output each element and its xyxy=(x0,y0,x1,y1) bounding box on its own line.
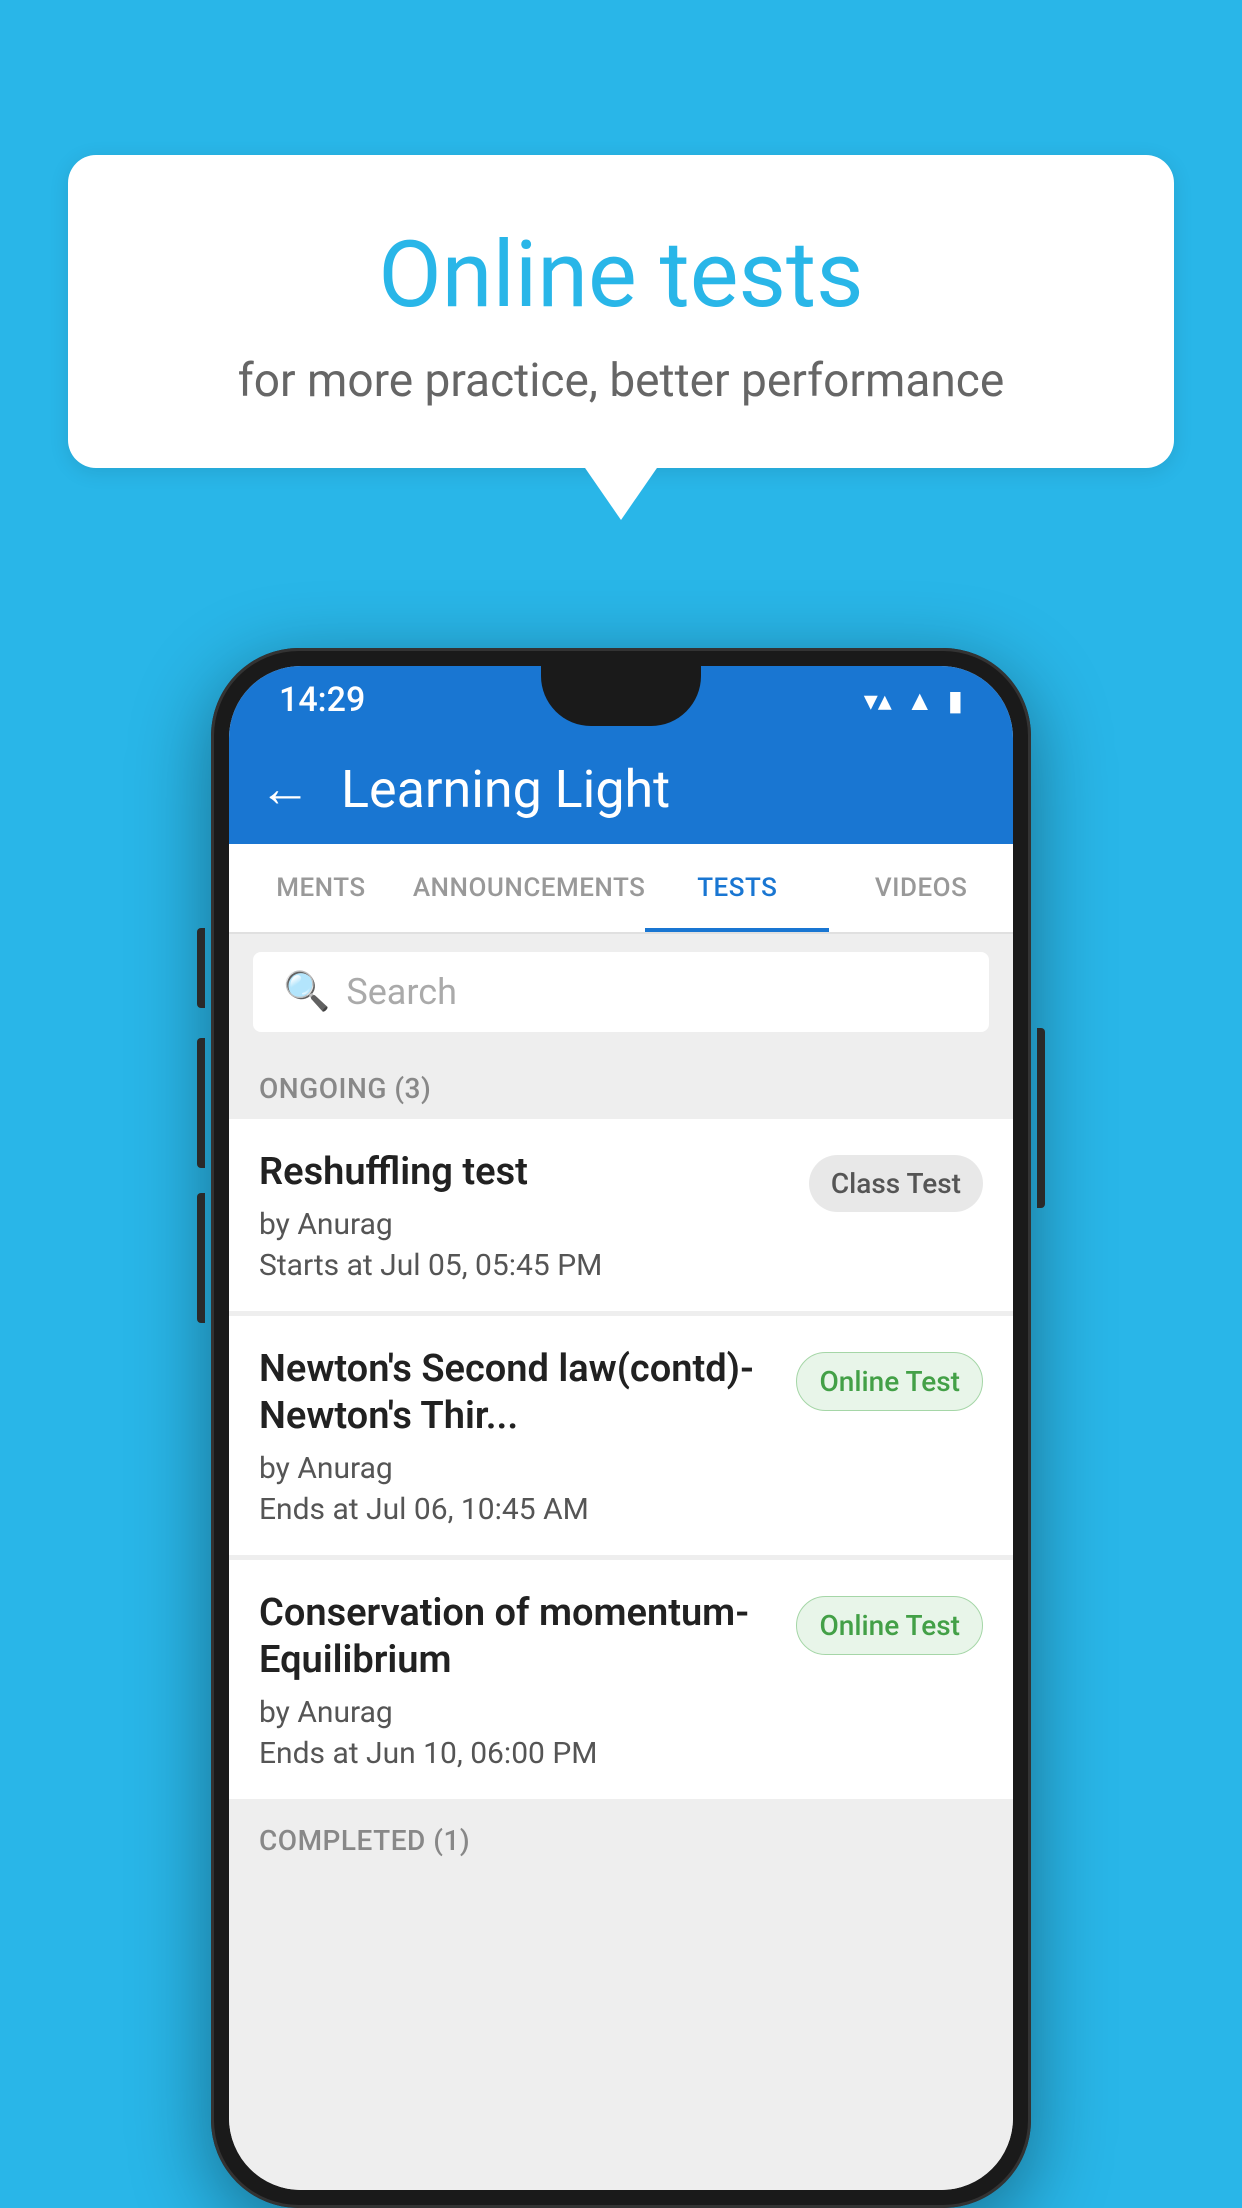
extra-button xyxy=(197,1193,205,1323)
test-card-reshuffling[interactable]: Reshuffling test by Anurag Starts at Jul… xyxy=(229,1119,1013,1311)
ongoing-section-header: ONGOING (3) xyxy=(229,1050,1013,1119)
app-bar: ← Learning Light xyxy=(229,734,1013,844)
phone-container: 14:29 ▾▴ ▲ ▮ ← Learning Light MENTS ANNO… xyxy=(211,648,1031,2208)
volume-down-button xyxy=(197,1038,205,1168)
status-time: 14:29 xyxy=(279,680,365,720)
test-author-reshuffling: by Anurag xyxy=(259,1207,789,1242)
test-card-conservation[interactable]: Conservation of momentum-Equilibrium by … xyxy=(229,1560,1013,1799)
test-badge-newtons: Online Test xyxy=(796,1352,983,1411)
volume-up-button xyxy=(197,928,205,1008)
signal-icon: ▲ xyxy=(906,684,934,717)
search-icon: 🔍 xyxy=(283,970,330,1014)
test-info-conservation: Conservation of momentum-Equilibrium by … xyxy=(259,1590,796,1771)
wifi-icon: ▾▴ xyxy=(864,684,892,717)
speech-bubble: Online tests for more practice, better p… xyxy=(68,155,1174,468)
power-button xyxy=(1037,1028,1045,1208)
bubble-subtitle: for more practice, better performance xyxy=(128,354,1114,408)
battery-icon: ▮ xyxy=(948,684,963,717)
test-info-newtons: Newton's Second law(contd)-Newton's Thir… xyxy=(259,1346,796,1527)
speech-bubble-container: Online tests for more practice, better p… xyxy=(68,155,1174,468)
phone-screen: 14:29 ▾▴ ▲ ▮ ← Learning Light MENTS ANNO… xyxy=(229,666,1013,2190)
completed-section-header: COMPLETED (1) xyxy=(229,1802,1013,1871)
search-container: 🔍 Search xyxy=(229,934,1013,1050)
phone-frame: 14:29 ▾▴ ▲ ▮ ← Learning Light MENTS ANNO… xyxy=(211,648,1031,2208)
tab-announcements[interactable]: ANNOUNCEMENTS xyxy=(413,844,646,932)
app-title: Learning Light xyxy=(341,759,670,820)
test-name-conservation: Conservation of momentum-Equilibrium xyxy=(259,1590,776,1685)
test-date-reshuffling: Starts at Jul 05, 05:45 PM xyxy=(259,1248,789,1283)
test-date-newtons: Ends at Jul 06, 10:45 AM xyxy=(259,1492,776,1527)
tab-ments[interactable]: MENTS xyxy=(229,844,413,932)
search-box[interactable]: 🔍 Search xyxy=(253,952,989,1032)
content-area: 🔍 Search ONGOING (3) Reshuffling test by… xyxy=(229,934,1013,2190)
test-name-reshuffling: Reshuffling test xyxy=(259,1149,789,1197)
tab-tests[interactable]: TESTS xyxy=(645,844,829,932)
test-info-reshuffling: Reshuffling test by Anurag Starts at Jul… xyxy=(259,1149,809,1283)
status-icons: ▾▴ ▲ ▮ xyxy=(864,684,963,717)
tabs-bar: MENTS ANNOUNCEMENTS TESTS VIDEOS xyxy=(229,844,1013,934)
back-button[interactable]: ← xyxy=(259,763,311,815)
test-badge-conservation: Online Test xyxy=(796,1596,983,1655)
test-name-newtons: Newton's Second law(contd)-Newton's Thir… xyxy=(259,1346,776,1441)
tab-videos[interactable]: VIDEOS xyxy=(829,844,1013,932)
test-date-conservation: Ends at Jun 10, 06:00 PM xyxy=(259,1736,776,1771)
test-card-newtons[interactable]: Newton's Second law(contd)-Newton's Thir… xyxy=(229,1316,1013,1555)
test-author-conservation: by Anurag xyxy=(259,1695,776,1730)
bubble-title: Online tests xyxy=(128,225,1114,326)
test-author-newtons: by Anurag xyxy=(259,1451,776,1486)
search-placeholder: Search xyxy=(346,971,457,1013)
test-badge-reshuffling: Class Test xyxy=(809,1155,983,1212)
phone-notch xyxy=(541,666,701,726)
